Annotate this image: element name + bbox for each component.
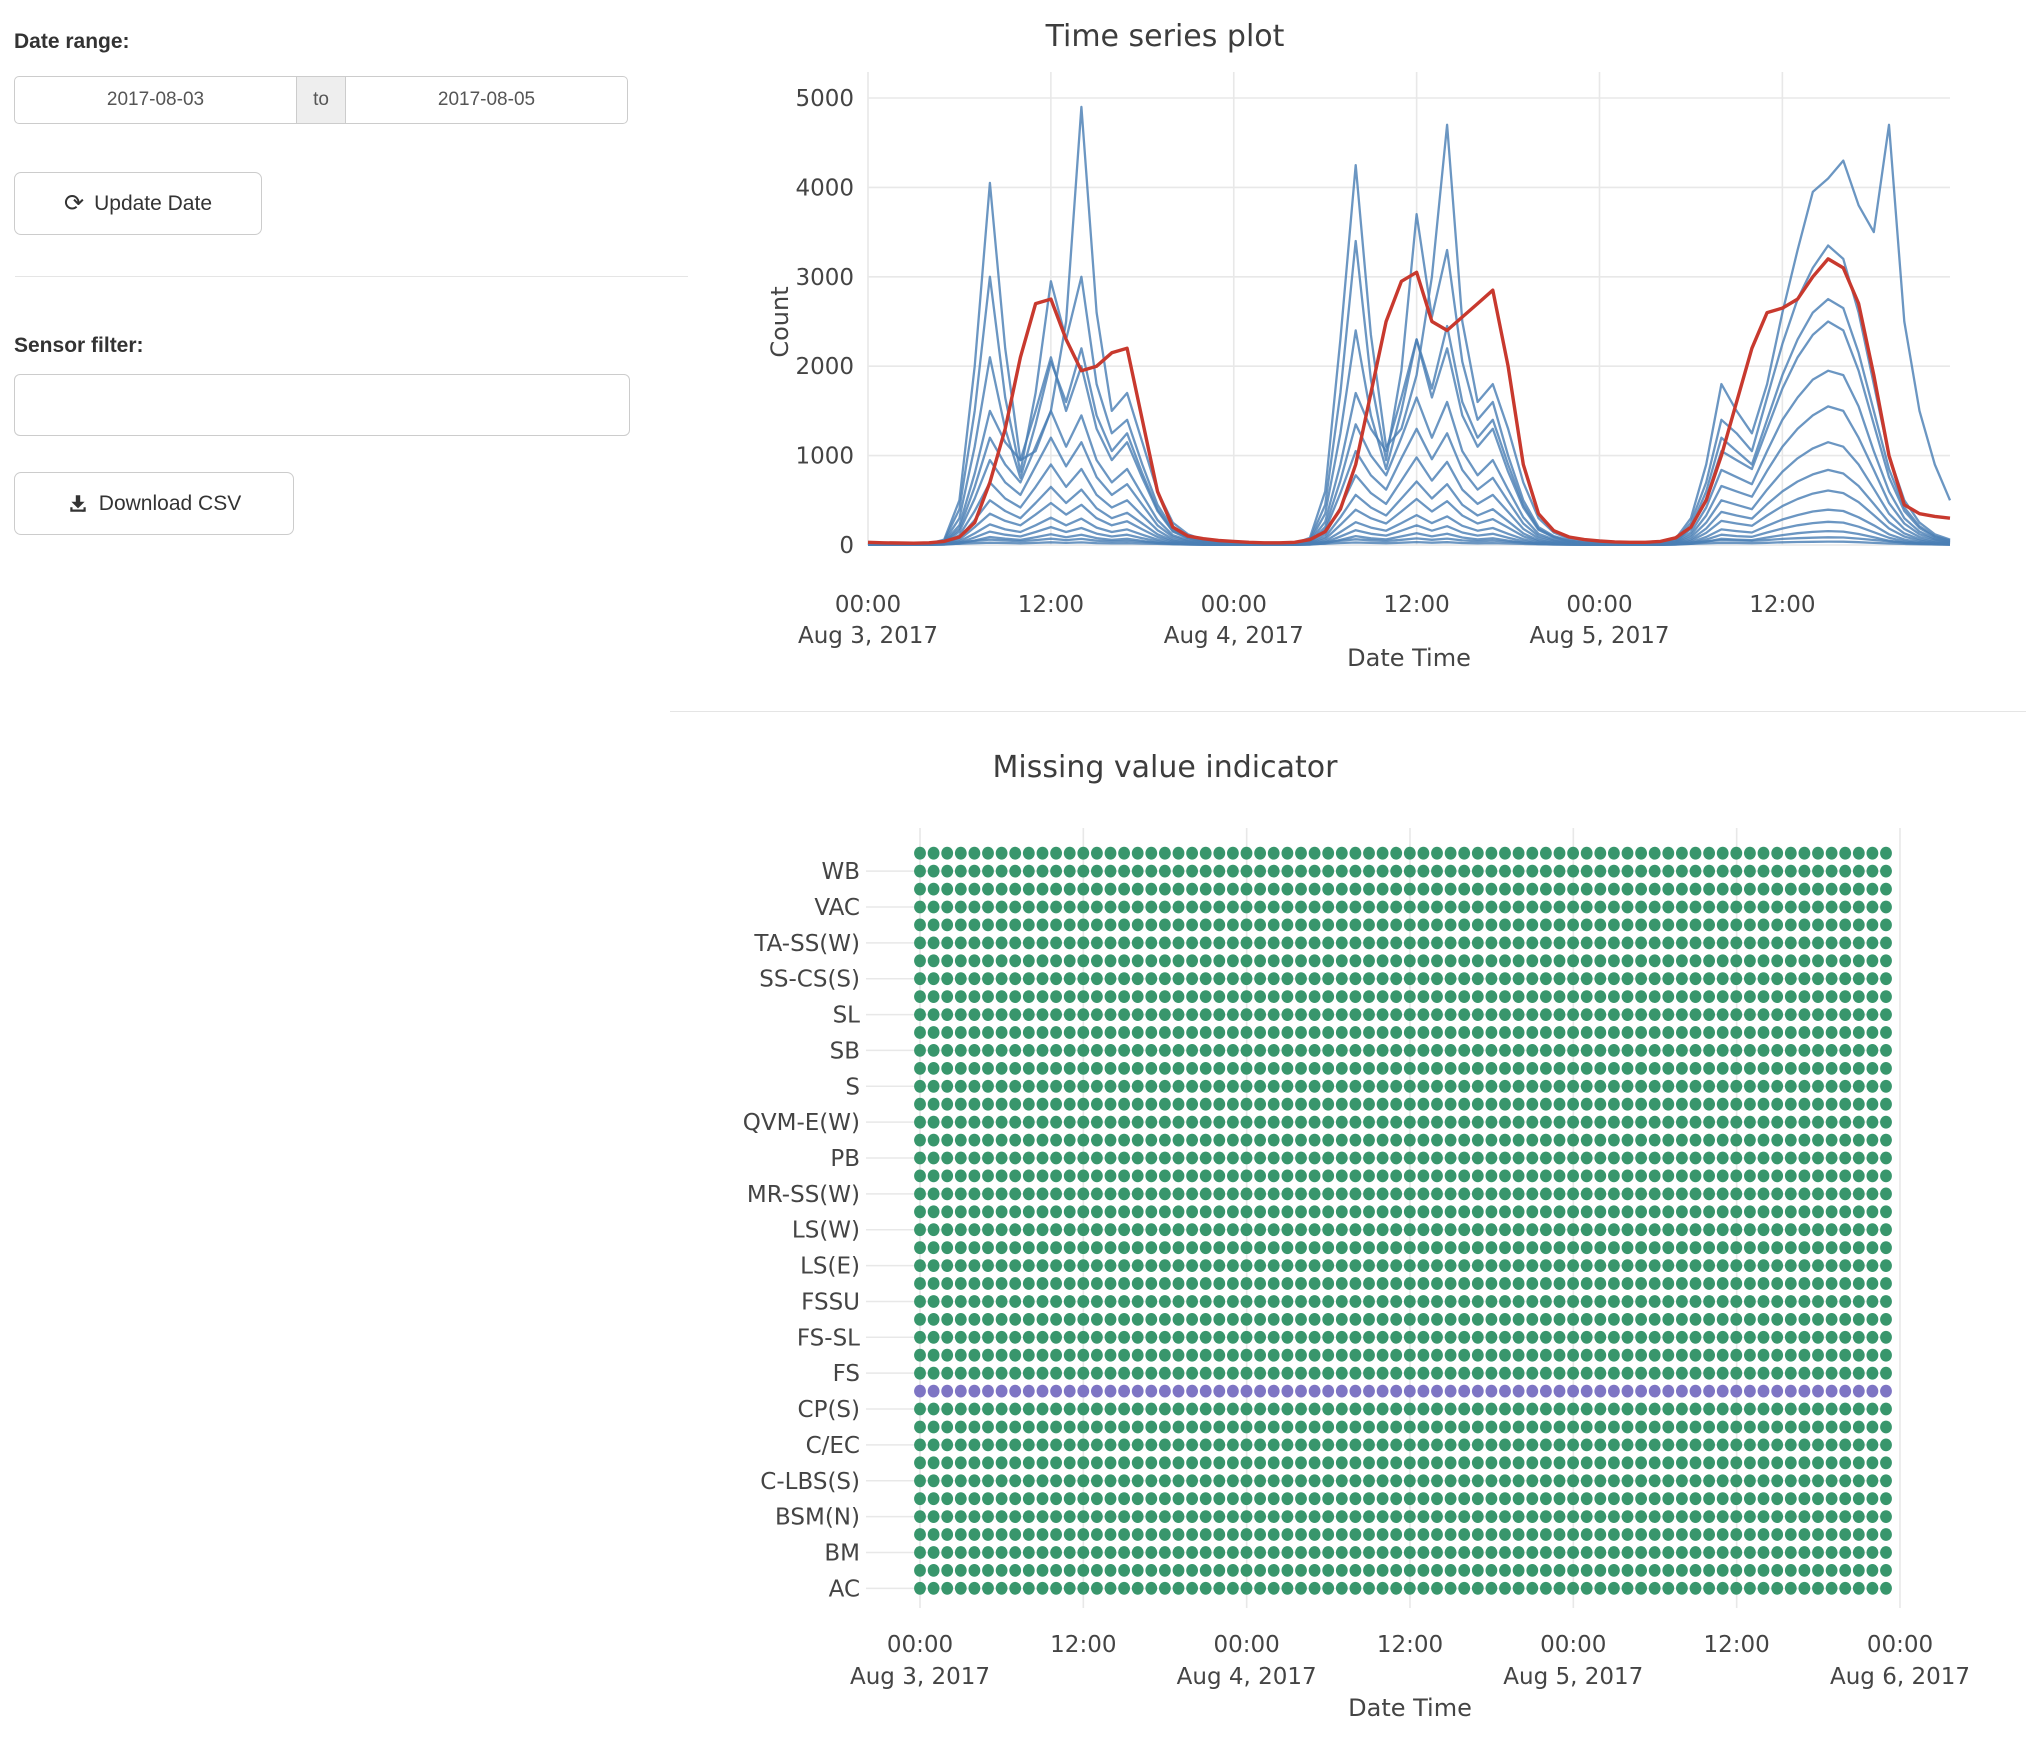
mv-row-label-SL: SL: [833, 1003, 861, 1029]
svg-text:1000: 1000: [795, 444, 854, 470]
mv-row-label-BSM(N): BSM(N): [775, 1505, 860, 1531]
sidebar-divider: [15, 276, 688, 277]
control-sidebar: Date range: to ⟳ Update Date Sensor filt…: [0, 0, 690, 1754]
svg-text:00:00: 00:00: [835, 592, 901, 618]
svg-text:2000: 2000: [795, 354, 854, 380]
svg-text:5000: 5000: [795, 86, 854, 112]
ts-line-sensor-04: [868, 322, 1950, 545]
mv-x-axis-title: Date Time: [1348, 1694, 1472, 1722]
mv-dot-row-18: [914, 1170, 1892, 1183]
mv-dot-row-28: [914, 1349, 1892, 1362]
svg-text:Aug 6, 2017: Aug 6, 2017: [1830, 1664, 1970, 1690]
svg-text:4000: 4000: [795, 175, 854, 201]
mv-row-label-BM: BM: [824, 1540, 860, 1566]
missing-value-chart: 00:00 Aug 3, 2017 12:00 00:00 Aug 4, 2017 12:…: [690, 712, 2026, 1754]
svg-text:12:00: 12:00: [1050, 1632, 1116, 1658]
svg-text:00:00: 00:00: [887, 1632, 953, 1658]
download-icon: [67, 493, 89, 515]
mv-row-label-MR-SS(W): MR-SS(W): [747, 1182, 860, 1208]
mv-dot-grid: [914, 847, 1892, 1595]
mv-row-label-FS-SL: FS-SL: [797, 1325, 860, 1351]
mv-row-label-FSSU: FSSU: [801, 1289, 860, 1315]
mv-dot-row-24: [914, 1277, 1892, 1290]
mv-dot-row-14: [914, 1098, 1892, 1111]
mv-row-label-C-LBS(S): C-LBS(S): [760, 1469, 860, 1495]
mv-dot-row-16: [914, 1134, 1892, 1147]
mv-dot-row-10: [914, 1026, 1892, 1039]
mv-row-label-LS(W): LS(W): [792, 1218, 860, 1244]
mv-dot-row-40: [914, 1564, 1892, 1577]
mv-dot-row-22: [914, 1241, 1892, 1254]
mv-row-label-SB: SB: [830, 1038, 860, 1064]
mv-title: Missing value indicator: [993, 750, 1339, 785]
ts-series-lines: [868, 107, 1950, 545]
mv-dot-row-26: [914, 1313, 1892, 1326]
mv-row-label-S: S: [845, 1074, 860, 1100]
ts-y-axis-title: Count: [766, 286, 794, 357]
mv-dot-row-12: [914, 1062, 1892, 1075]
mv-row-label-SS-CS(S): SS-CS(S): [759, 967, 860, 993]
svg-text:0: 0: [839, 533, 854, 559]
mv-row-label-QVM-E(W): QVM-E(W): [743, 1110, 860, 1136]
mv-dot-row-36: [914, 1492, 1892, 1505]
mv-row-label-AC: AC: [829, 1576, 860, 1602]
mv-row-label-TA-SS(W): TA-SS(W): [753, 931, 860, 957]
svg-text:12:00: 12:00: [1018, 592, 1084, 618]
mv-dot-row-32: [914, 1421, 1892, 1434]
svg-text:Aug 5, 2017: Aug 5, 2017: [1503, 1664, 1643, 1690]
mv-dot-row-20: [914, 1205, 1892, 1218]
mv-dot-row-38: [914, 1528, 1892, 1541]
mv-dot-row-34: [914, 1456, 1892, 1469]
dashboard-page: { "sidebar": { "date_range_label": "Date…: [0, 0, 2026, 1754]
ts-tick-labels: 0 1000 2000 3000 4000 5000 00:00 Aug 3, 2017 12:…: [795, 86, 1815, 649]
svg-text:3000: 3000: [795, 265, 854, 291]
mv-row-label-WB: WB: [821, 859, 860, 885]
sensor-filter-input[interactable]: [14, 374, 630, 436]
svg-text:12:00: 12:00: [1377, 1632, 1443, 1658]
mv-row-label-CP(S): CP(S): [798, 1397, 860, 1423]
mv-row-label-PB: PB: [830, 1146, 860, 1172]
svg-text:12:00: 12:00: [1383, 592, 1449, 618]
download-csv-button-label: Download CSV: [99, 492, 241, 516]
svg-text:Aug 3, 2017: Aug 3, 2017: [798, 623, 938, 649]
svg-text:12:00: 12:00: [1704, 1632, 1770, 1658]
time-series-chart: 0 1000 2000 3000 4000 5000 00:00 Aug 3, 2017 12:…: [690, 0, 2026, 711]
date-range-input-group: to: [14, 76, 630, 124]
mv-row-label-VAC: VAC: [814, 895, 860, 921]
date-range-separator: to: [296, 76, 346, 124]
mv-dot-row-4: [914, 919, 1892, 932]
missing-value-plot-svg: 00:00 Aug 3, 2017 12:00 00:00 Aug 4, 2017 12:…: [690, 712, 2026, 1754]
svg-text:00:00: 00:00: [1867, 1632, 1933, 1658]
update-date-button-label: Update Date: [94, 192, 212, 216]
ts-line-sensor-14: [868, 542, 1950, 545]
svg-text:Aug 5, 2017: Aug 5, 2017: [1529, 623, 1669, 649]
mv-row-label-LS(E): LS(E): [800, 1254, 860, 1280]
svg-text:00:00: 00:00: [1201, 592, 1267, 618]
svg-text:00:00: 00:00: [1214, 1632, 1280, 1658]
svg-text:00:00: 00:00: [1540, 1632, 1606, 1658]
svg-text:Aug 4, 2017: Aug 4, 2017: [1177, 1664, 1317, 1690]
mv-dot-row-0: [914, 847, 1892, 860]
svg-text:Aug 4, 2017: Aug 4, 2017: [1164, 623, 1304, 649]
svg-text:12:00: 12:00: [1749, 592, 1815, 618]
ts-title: Time series plot: [1045, 19, 1285, 54]
ts-x-axis-title: Date Time: [1347, 644, 1471, 672]
update-date-button[interactable]: ⟳ Update Date: [14, 172, 262, 235]
mv-dot-row-6: [914, 954, 1892, 967]
mv-row-label-C/EC: C/EC: [806, 1433, 860, 1459]
mv-dot-row-30: [914, 1385, 1892, 1398]
download-csv-button[interactable]: Download CSV: [14, 472, 294, 535]
svg-text:Aug 3, 2017: Aug 3, 2017: [850, 1664, 990, 1690]
mv-row-label-FS: FS: [833, 1361, 860, 1387]
mv-dot-row-2: [914, 883, 1892, 896]
time-series-plot-svg: 0 1000 2000 3000 4000 5000 00:00 Aug 3, 2017 12:…: [690, 0, 2026, 711]
date-end-input[interactable]: [345, 76, 628, 124]
date-start-input[interactable]: [14, 76, 297, 124]
date-range-label: Date range:: [14, 30, 130, 54]
svg-text:00:00: 00:00: [1566, 592, 1632, 618]
sensor-filter-label: Sensor filter:: [14, 334, 144, 358]
refresh-icon: ⟳: [64, 191, 84, 215]
mv-dot-row-8: [914, 990, 1892, 1003]
